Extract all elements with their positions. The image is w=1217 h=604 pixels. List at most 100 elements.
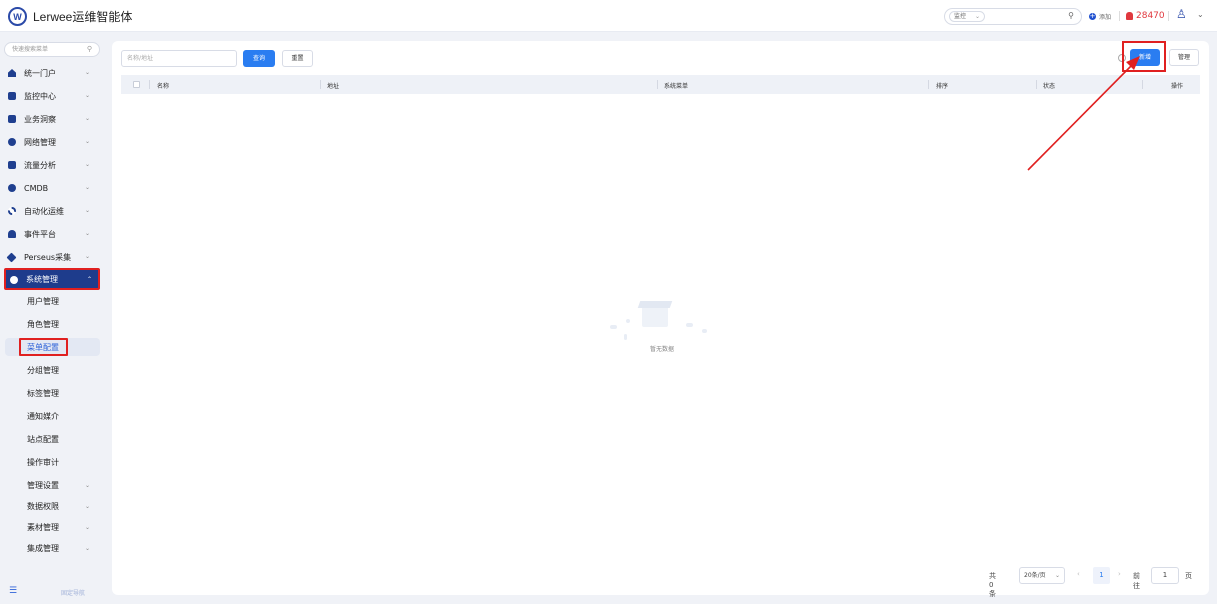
chevron-down-icon: ⌄ (85, 253, 91, 260)
query-button[interactable]: 查询 (243, 50, 275, 67)
column-header-status: 状态 (1043, 83, 1056, 90)
sidebar-item-traffic[interactable]: 流量分析 ⌄ (0, 155, 100, 175)
search-scope-value: 监控 (954, 13, 967, 20)
decoration (686, 323, 693, 327)
header-divider (1119, 11, 1120, 21)
column-header-address: 地址 (327, 83, 340, 90)
empty-state: 暂无数据 (602, 301, 717, 361)
chevron-down-icon: ⌄ (85, 207, 91, 214)
sidebar: 快速搜索菜单 ⚲ 统一门户 ⌄ 监控中心 ⌄ 业务洞察 ⌄ 网络管理 ⌄ 流量分… (0, 33, 106, 604)
chevron-down-icon: ⌄ (85, 161, 91, 168)
sidebar-item-label: 流量分析 (24, 160, 56, 170)
chevron-down-icon[interactable]: ⌄ (1197, 10, 1204, 19)
sub-item-site-config[interactable]: 站点配置 (27, 434, 59, 446)
column-divider (1036, 80, 1037, 89)
cube-icon (8, 184, 16, 192)
sub-item-assets[interactable]: 素材管理 ⌄ (27, 522, 90, 534)
sub-item-admin-settings[interactable]: 管理设置 ⌄ (27, 480, 90, 492)
prev-page-icon[interactable]: ‹ (1077, 570, 1080, 578)
system-gear-icon (10, 276, 18, 284)
search-scope-select[interactable]: 监控 ⌄ (949, 11, 985, 22)
next-page-icon[interactable]: › (1118, 570, 1121, 578)
chevron-down-icon: ⌄ (85, 184, 91, 191)
select-all-checkbox[interactable] (133, 81, 140, 88)
sidebar-item-label: 网络管理 (24, 137, 56, 147)
column-header-sort: 排序 (936, 83, 949, 90)
chevron-down-icon: ⌄ (85, 69, 91, 76)
sub-item-audit[interactable]: 操作审计 (27, 457, 59, 469)
column-header-name: 名称 (157, 83, 170, 90)
sidebar-item-label: 自动化运维 (24, 206, 64, 216)
page-unit: 页 (1185, 572, 1192, 580)
collapse-menu-icon[interactable]: ☰ (9, 586, 17, 596)
header-add-label: 添加 (1099, 13, 1112, 21)
empty-box-icon (642, 305, 668, 327)
search-icon: ⚲ (86, 45, 92, 53)
bell-icon (1126, 11, 1133, 20)
search-icon[interactable]: ⚲ (1068, 11, 1074, 20)
header-add-button[interactable]: + 添加 (1089, 10, 1111, 22)
column-divider (149, 80, 150, 89)
column-divider (320, 80, 321, 89)
logo-icon: W (8, 7, 27, 26)
sidebar-item-label: CMDB (24, 183, 49, 193)
monitor-icon (8, 92, 16, 100)
page-number[interactable]: 1 (1093, 567, 1110, 584)
sidebar-item-network[interactable]: 网络管理 ⌄ (0, 132, 100, 152)
global-search[interactable]: 监控 ⌄ ⚲ (944, 8, 1082, 25)
chevron-down-icon: ⌄ (85, 503, 91, 510)
sidebar-item-perseus[interactable]: Perseus采集 ⌄ (0, 247, 100, 267)
manage-button[interactable]: 管理 (1169, 49, 1199, 66)
decoration (702, 329, 707, 333)
goto-page-input[interactable]: 1 (1151, 567, 1179, 584)
chevron-down-icon: ⌄ (85, 545, 91, 552)
sub-item-label: 素材管理 (27, 523, 59, 532)
column-header-system-menu: 系统菜单 (664, 83, 689, 90)
alert-count: 28470 (1136, 10, 1165, 21)
sub-item-notify-media[interactable]: 通知媒介 (27, 411, 59, 423)
sub-item-tags[interactable]: 标签管理 (27, 388, 59, 400)
sidebar-item-portal[interactable]: 统一门户 ⌄ (0, 63, 100, 83)
globe-icon (8, 138, 16, 146)
sidebar-item-label: 监控中心 (24, 91, 56, 101)
chart-icon (8, 115, 16, 123)
reset-button[interactable]: 重置 (282, 50, 313, 67)
sub-item-integration[interactable]: 集成管理 ⌄ (27, 543, 90, 555)
sidebar-item-automation[interactable]: 自动化运维 ⌄ (0, 201, 100, 221)
sub-item-users[interactable]: 用户管理 (27, 296, 59, 308)
name-address-input[interactable]: 名称/地址 (121, 50, 237, 67)
menu-search-input[interactable]: 快速搜索菜单 ⚲ (4, 42, 100, 57)
sidebar-item-system[interactable]: 系统管理 ⌃ (4, 268, 100, 290)
pin-nav-label[interactable]: 固定导航 (61, 588, 85, 597)
filter-placeholder: 名称/地址 (127, 55, 154, 62)
sub-item-data-permission[interactable]: 数据权限 ⌄ (27, 501, 90, 513)
sub-item-groups[interactable]: 分组管理 (27, 365, 59, 377)
goto-label: 前往 (1133, 572, 1140, 590)
empty-text: 暂无数据 (649, 346, 674, 353)
sidebar-item-events[interactable]: 事件平台 ⌄ (0, 224, 100, 244)
column-header-actions: 操作 (1171, 83, 1184, 90)
decoration (626, 319, 630, 323)
sidebar-item-business[interactable]: 业务洞察 ⌄ (0, 109, 100, 129)
table-header: 名称 地址 系统菜单 排序 状态 操作 (121, 75, 1200, 94)
page-size-select[interactable]: 20条/页 ⌄ (1019, 567, 1065, 584)
chevron-down-icon: ⌄ (85, 115, 91, 122)
sidebar-item-cmdb[interactable]: CMDB ⌄ (0, 178, 100, 198)
sidebar-item-label: 事件平台 (24, 229, 56, 239)
chevron-down-icon: ⌄ (85, 524, 91, 531)
user-icon[interactable]: ♙ (1176, 7, 1187, 21)
chevron-up-icon: ⌃ (87, 276, 93, 283)
sub-item-label: 集成管理 (27, 544, 59, 553)
decoration (624, 334, 627, 340)
gear-icon (8, 207, 16, 215)
chevron-down-icon: ⌄ (85, 92, 91, 99)
sidebar-item-monitor[interactable]: 监控中心 ⌄ (0, 86, 100, 106)
chevron-down-icon: ⌄ (85, 230, 91, 237)
sub-item-label: 数据权限 (27, 502, 59, 511)
alert-button[interactable]: 28470 (1126, 8, 1165, 23)
chevron-down-icon: ⌄ (974, 13, 980, 20)
menu-search-placeholder: 快速搜索菜单 (12, 46, 49, 53)
traffic-icon (8, 161, 16, 169)
sub-item-roles[interactable]: 角色管理 (27, 319, 59, 331)
sidebar-item-label: 业务洞察 (24, 114, 56, 124)
